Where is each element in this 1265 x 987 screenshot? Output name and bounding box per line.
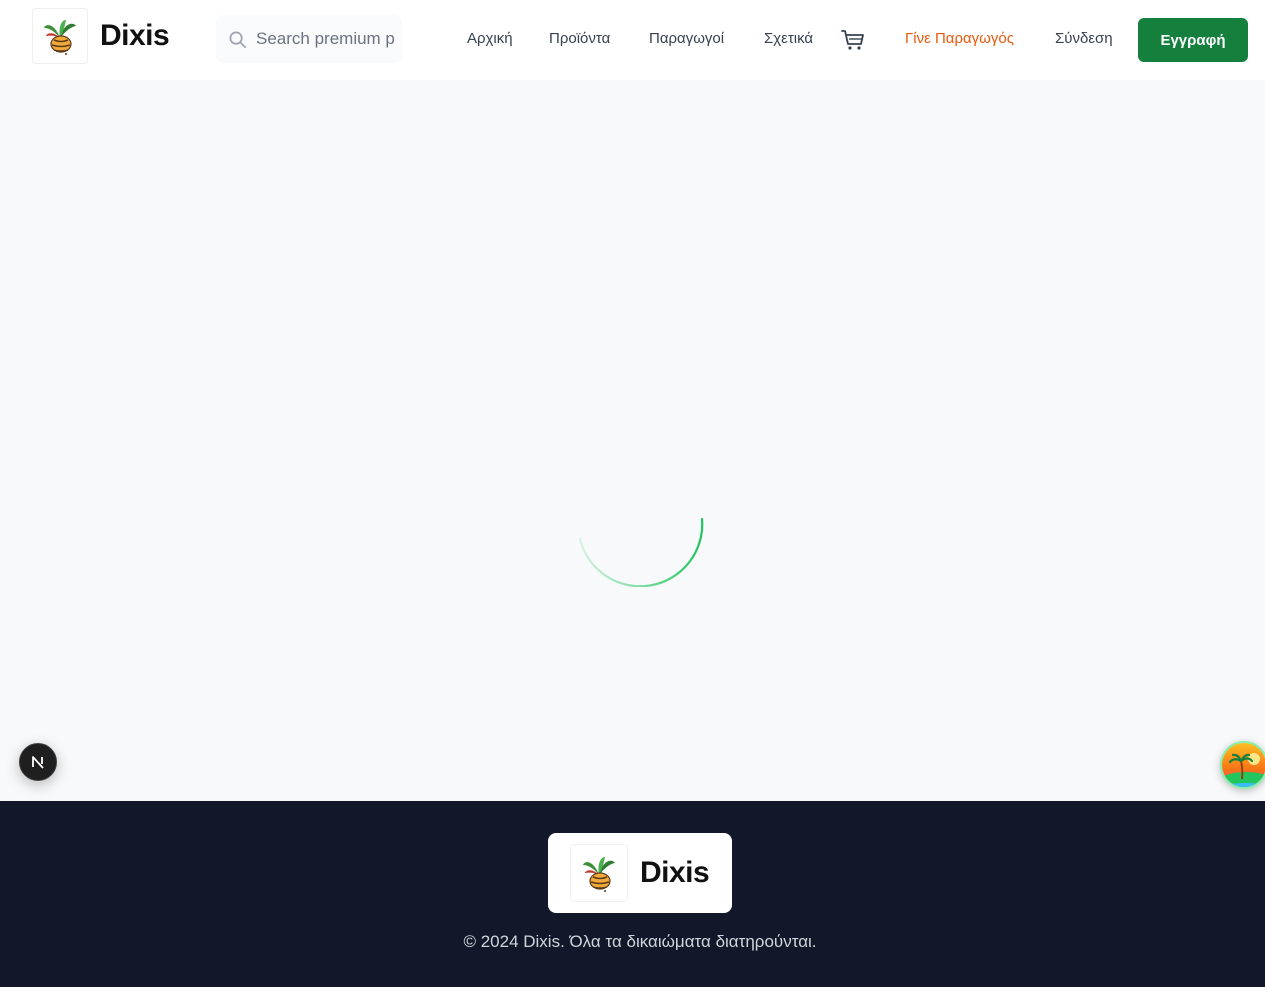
home-logo-link[interactable]: Dixis	[32, 8, 170, 64]
search-icon	[229, 31, 246, 48]
cart-icon[interactable]	[840, 28, 866, 52]
logo-icon	[32, 8, 88, 64]
nav-become-producer[interactable]: Γίνε Παραγωγός	[905, 30, 1014, 47]
search-box	[216, 15, 402, 63]
next-logo-icon	[32, 756, 44, 769]
next-dev-badge[interactable]	[19, 743, 57, 781]
site-footer: Dixis © 2024 Dixis. Όλα τα δικαιώματα δι…	[0, 801, 1265, 987]
site-header: Dixis Αρχική Προϊόντα Παραγωγοί Σχετικά …	[0, 0, 1265, 80]
nav-about[interactable]: Σχετικά	[764, 30, 813, 47]
nav-home[interactable]: Αρχική	[467, 30, 513, 47]
footer-logo[interactable]: Dixis	[548, 833, 732, 913]
nav-producers[interactable]: Παραγωγοί	[649, 30, 724, 47]
signup-button[interactable]: Εγγραφή	[1138, 18, 1248, 62]
main-content	[0, 80, 1265, 801]
copyright-text: © 2024 Dixis. Όλα τα δικαιώματα διατηρού…	[463, 932, 817, 951]
palm-island-icon[interactable]	[1220, 741, 1265, 789]
footer-brand-name: Dixis	[640, 856, 710, 889]
brand-name: Dixis	[100, 19, 170, 52]
footer-logo-icon	[570, 844, 628, 902]
search-input[interactable]	[256, 15, 396, 63]
loading-spinner-icon	[578, 517, 704, 587]
nav-login[interactable]: Σύνδεση	[1055, 30, 1113, 47]
nav-products[interactable]: Προϊόντα	[549, 30, 610, 47]
